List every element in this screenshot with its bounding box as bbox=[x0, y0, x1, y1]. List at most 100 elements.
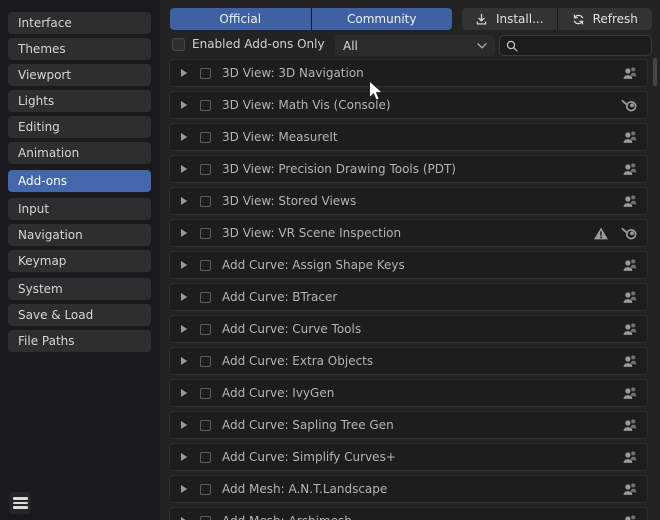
addon-enable-checkbox[interactable] bbox=[200, 516, 211, 520]
addon-name: 3D View: Precision Drawing Tools (PDT) bbox=[222, 162, 622, 176]
addon-row[interactable]: Add Curve: IvyGen bbox=[169, 379, 648, 407]
enabled-addons-only-checkbox[interactable] bbox=[172, 38, 185, 51]
addon-search-input[interactable] bbox=[523, 38, 646, 54]
expand-arrow-icon[interactable] bbox=[181, 325, 187, 333]
sidebar-item[interactable]: Input bbox=[8, 198, 151, 220]
addon-enable-checkbox[interactable] bbox=[200, 228, 211, 239]
addon-actions: Install... Refresh bbox=[462, 8, 652, 30]
addon-enable-checkbox[interactable] bbox=[200, 388, 211, 399]
addon-enable-checkbox[interactable] bbox=[200, 356, 211, 367]
expand-arrow-icon[interactable] bbox=[181, 197, 187, 205]
sidebar-item-label: Viewport bbox=[18, 68, 71, 82]
addon-row[interactable]: Add Curve: Sapling Tree Gen bbox=[169, 411, 648, 439]
addon-search-field[interactable] bbox=[499, 35, 652, 56]
sidebar-item[interactable]: Editing bbox=[8, 116, 151, 138]
download-icon bbox=[475, 13, 488, 26]
editor-menu-icon[interactable] bbox=[9, 492, 31, 514]
community-users-icon bbox=[622, 161, 638, 177]
install-button-label: Install... bbox=[496, 12, 544, 26]
expand-arrow-icon[interactable] bbox=[181, 293, 187, 301]
community-users-icon bbox=[622, 385, 638, 401]
addon-name: 3D View: VR Scene Inspection bbox=[222, 226, 593, 240]
addon-enable-checkbox[interactable] bbox=[200, 324, 211, 335]
blender-official-icon bbox=[621, 97, 638, 113]
category-filter-dropdown[interactable]: All bbox=[335, 35, 495, 56]
sidebar-item[interactable]: Add-ons bbox=[8, 170, 151, 192]
addon-row[interactable]: Add Curve: Extra Objects bbox=[169, 347, 648, 375]
sidebar-item[interactable]: Interface bbox=[8, 12, 151, 34]
addon-enable-checkbox[interactable] bbox=[200, 164, 211, 175]
preferences-nav-sidebar: Interface Themes Viewport Lights Editing… bbox=[0, 0, 160, 520]
addon-enable-checkbox[interactable] bbox=[200, 292, 211, 303]
install-button[interactable]: Install... bbox=[462, 8, 557, 30]
addon-name: Add Curve: Extra Objects bbox=[222, 354, 622, 368]
addon-enable-checkbox[interactable] bbox=[200, 452, 211, 463]
addon-enable-checkbox[interactable] bbox=[200, 484, 211, 495]
chevron-down-icon bbox=[477, 43, 487, 49]
addon-row[interactable]: 3D View: VR Scene Inspection bbox=[169, 219, 648, 247]
sidebar-item[interactable]: Navigation bbox=[8, 224, 151, 246]
addon-row[interactable]: Add Curve: Simplify Curves+ bbox=[169, 443, 648, 471]
expand-arrow-icon[interactable] bbox=[181, 389, 187, 397]
support-tab[interactable]: Official bbox=[170, 8, 311, 30]
addon-row[interactable]: Add Curve: Assign Shape Keys bbox=[169, 251, 648, 279]
addon-row[interactable]: 3D View: MeasureIt bbox=[169, 123, 648, 151]
addon-enable-checkbox[interactable] bbox=[200, 260, 211, 271]
addon-name: 3D View: Stored Views bbox=[222, 194, 622, 208]
addon-row[interactable]: 3D View: Stored Views bbox=[169, 187, 648, 215]
expand-arrow-icon[interactable] bbox=[181, 357, 187, 365]
addon-row[interactable]: 3D View: Math Vis (Console) bbox=[169, 91, 648, 119]
community-users-icon bbox=[622, 353, 638, 369]
expand-arrow-icon[interactable] bbox=[181, 133, 187, 141]
refresh-icon bbox=[572, 13, 585, 26]
sidebar-item[interactable]: Animation bbox=[8, 142, 151, 164]
sidebar-item-label: Interface bbox=[18, 16, 72, 30]
search-icon bbox=[505, 39, 519, 53]
addon-name: Add Curve: IvyGen bbox=[222, 386, 622, 400]
sidebar-item[interactable]: Keymap bbox=[8, 250, 151, 272]
enabled-addons-only-toggle[interactable]: Enabled Add-ons Only bbox=[172, 37, 325, 51]
addon-row[interactable]: 3D View: Precision Drawing Tools (PDT) bbox=[169, 155, 648, 183]
addon-enable-checkbox[interactable] bbox=[200, 196, 211, 207]
community-users-icon bbox=[622, 321, 638, 337]
addon-name: Add Mesh: A.N.T.Landscape bbox=[222, 482, 622, 496]
sidebar-item[interactable]: Viewport bbox=[8, 64, 151, 86]
addon-name: Add Curve: Simplify Curves+ bbox=[222, 450, 622, 464]
addon-list: 3D View: 3D Navigation bbox=[169, 59, 648, 520]
sidebar-item[interactable]: Themes bbox=[8, 38, 151, 60]
expand-arrow-icon[interactable] bbox=[181, 165, 187, 173]
expand-arrow-icon[interactable] bbox=[181, 69, 187, 77]
expand-arrow-icon[interactable] bbox=[181, 101, 187, 109]
addon-row[interactable]: 3D View: 3D Navigation bbox=[169, 59, 648, 87]
scrollbar-thumb[interactable] bbox=[653, 58, 657, 86]
addon-row[interactable]: Add Curve: Curve Tools bbox=[169, 315, 648, 343]
sidebar-item[interactable]: Save & Load bbox=[8, 304, 151, 326]
refresh-button[interactable]: Refresh bbox=[558, 8, 653, 30]
expand-arrow-icon[interactable] bbox=[181, 421, 187, 429]
addon-row[interactable]: Add Curve: BTracer bbox=[169, 283, 648, 311]
expand-arrow-icon[interactable] bbox=[181, 453, 187, 461]
sidebar-item[interactable]: Lights bbox=[8, 90, 151, 112]
support-tab[interactable]: Community bbox=[312, 8, 453, 30]
community-users-icon bbox=[622, 129, 638, 145]
addon-name: 3D View: MeasureIt bbox=[222, 130, 622, 144]
refresh-button-label: Refresh bbox=[593, 12, 638, 26]
sidebar-item[interactable]: System bbox=[8, 278, 151, 300]
addon-row[interactable]: Add Mesh: Archimesh bbox=[169, 507, 648, 520]
addon-name: Add Curve: Curve Tools bbox=[222, 322, 622, 336]
expand-arrow-icon[interactable] bbox=[181, 229, 187, 237]
addon-enable-checkbox[interactable] bbox=[200, 68, 211, 79]
expand-arrow-icon[interactable] bbox=[181, 485, 187, 493]
sidebar-item[interactable]: File Paths bbox=[8, 330, 151, 352]
addon-enable-checkbox[interactable] bbox=[200, 132, 211, 143]
addon-enable-checkbox[interactable] bbox=[200, 420, 211, 431]
expand-arrow-icon[interactable] bbox=[181, 261, 187, 269]
support-tab-label: Community bbox=[347, 12, 416, 26]
sidebar-item-label: File Paths bbox=[18, 334, 75, 348]
addon-enable-checkbox[interactable] bbox=[200, 100, 211, 111]
community-users-icon bbox=[622, 289, 638, 305]
addon-row[interactable]: Add Mesh: A.N.T.Landscape bbox=[169, 475, 648, 503]
community-users-icon bbox=[622, 193, 638, 209]
addon-name: Add Curve: Assign Shape Keys bbox=[222, 258, 622, 272]
sidebar-item-label: Keymap bbox=[18, 254, 66, 268]
